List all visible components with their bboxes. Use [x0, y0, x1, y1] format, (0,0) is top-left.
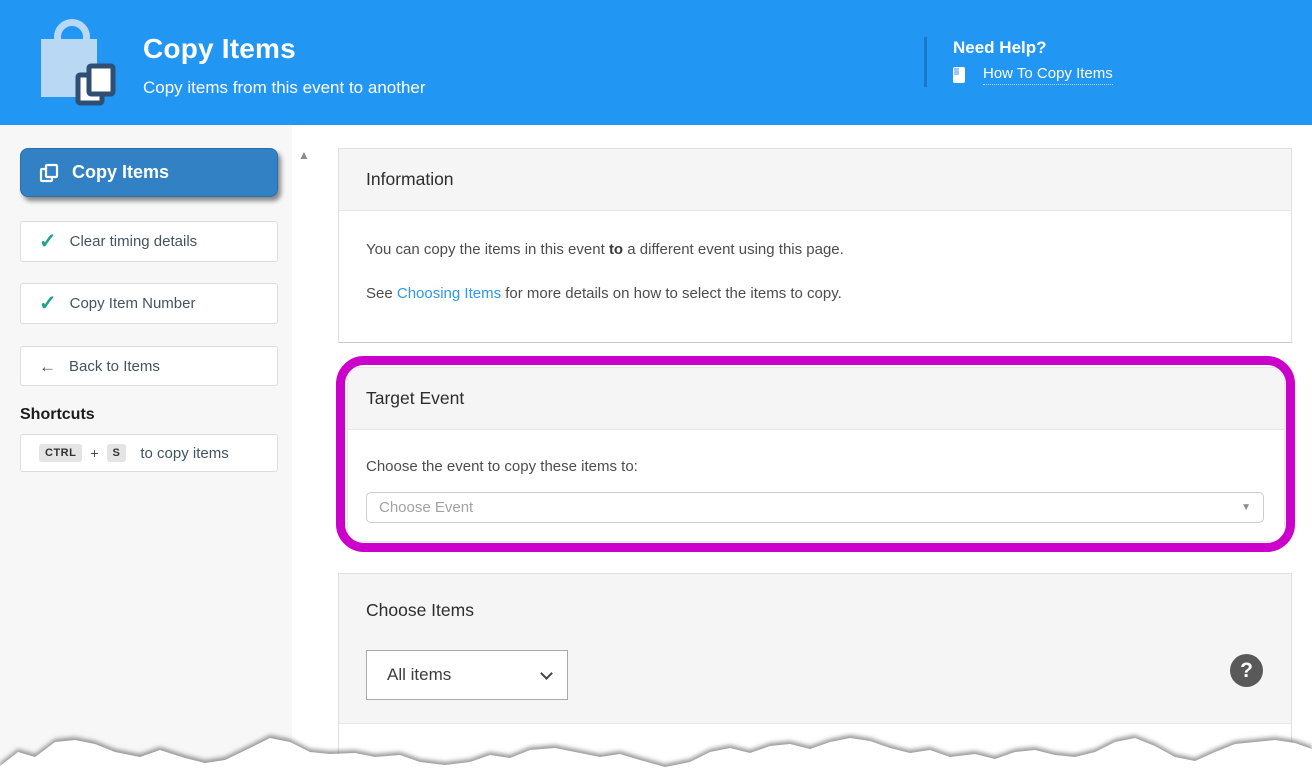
toggle-label: Clear timing details: [69, 233, 198, 250]
check-icon: ✓: [39, 292, 57, 315]
back-label: Back to Items: [69, 357, 160, 375]
info-text: You can copy the items in this event: [366, 241, 609, 258]
choose-items-panel: Choose Items All items ?: [338, 573, 1292, 777]
choose-items-panel-header: Choose Items All items ?: [339, 574, 1291, 724]
panel-title: Information: [366, 169, 454, 189]
need-help-heading: Need Help?: [953, 38, 1047, 57]
info-paragraph-2: See Choosing Items for more details on h…: [366, 285, 1264, 302]
panel-title: Target Event: [366, 388, 465, 408]
item-filter-select[interactable]: All items: [366, 650, 568, 700]
target-event-panel-body: Choose the event to copy these items to:…: [348, 430, 1284, 523]
shortcuts-heading: Shortcuts: [20, 406, 95, 423]
chevron-down-icon: [540, 666, 553, 680]
shortcut-hint: CTRL + S to copy items: [20, 434, 278, 472]
help-question-icon[interactable]: ?: [1230, 654, 1263, 687]
sidebar: Copy Items ✓ Clear timing details ✓ Copy…: [0, 125, 292, 777]
header-divider: [924, 37, 927, 87]
back-to-items-button[interactable]: ← Back to Items: [20, 346, 278, 386]
info-paragraph-1: You can copy the items in this event to …: [366, 241, 1264, 258]
back-arrow-icon: ←: [39, 356, 56, 376]
information-panel-header: Information: [339, 149, 1291, 211]
target-event-panel-header: Target Event: [348, 368, 1284, 430]
panel-title: Choose Items: [366, 600, 474, 620]
shopping-bag-copy-icon: [38, 10, 116, 106]
toggle-clear-timing-details[interactable]: ✓ Clear timing details: [20, 221, 278, 262]
info-text: a different event using this page.: [623, 241, 844, 258]
sidebar-item-copy-items[interactable]: Copy Items: [20, 148, 278, 197]
plus-separator: +: [90, 445, 99, 461]
app-header: Copy Items Copy items from this event to…: [0, 0, 1312, 125]
choose-event-label: Choose the event to copy these items to:: [366, 458, 638, 475]
choose-event-placeholder: Choose Event: [379, 499, 474, 516]
toggle-label: Copy Item Number: [69, 295, 196, 312]
target-event-panel: Target Event Choose the event to copy th…: [347, 367, 1285, 542]
key-s-badge: S: [106, 444, 127, 462]
item-filter-value: All items: [387, 665, 452, 684]
key-ctrl-badge: CTRL: [39, 444, 83, 462]
scroll-up-icon[interactable]: ▲: [298, 148, 310, 162]
check-icon: ✓: [39, 230, 57, 253]
how-to-copy-items-link[interactable]: How To Copy Items: [983, 65, 1113, 85]
page-title: Copy Items: [143, 33, 296, 64]
page-subtitle: Copy items from this event to another: [143, 78, 426, 97]
info-text: See: [366, 285, 397, 302]
copy-icon: [39, 163, 59, 182]
choose-event-dropdown[interactable]: Choose Event ▼: [366, 492, 1264, 523]
shortcut-description: to copy items: [140, 444, 229, 462]
help-link-row: How To Copy Items: [953, 65, 1113, 85]
toggle-copy-item-number[interactable]: ✓ Copy Item Number: [20, 283, 278, 324]
copy-pages-icon: [75, 63, 116, 106]
info-text-bold: to: [608, 241, 624, 258]
caret-down-icon: ▼: [1241, 502, 1251, 513]
information-panel: Information You can copy the items in th…: [338, 148, 1292, 343]
choosing-items-link[interactable]: Choosing Items: [397, 285, 501, 302]
information-panel-body: You can copy the items in this event to …: [339, 211, 1291, 302]
sidebar-item-label: Copy Items: [72, 162, 170, 182]
info-text: for more details on how to select the it…: [501, 285, 842, 302]
book-icon: [953, 67, 965, 83]
